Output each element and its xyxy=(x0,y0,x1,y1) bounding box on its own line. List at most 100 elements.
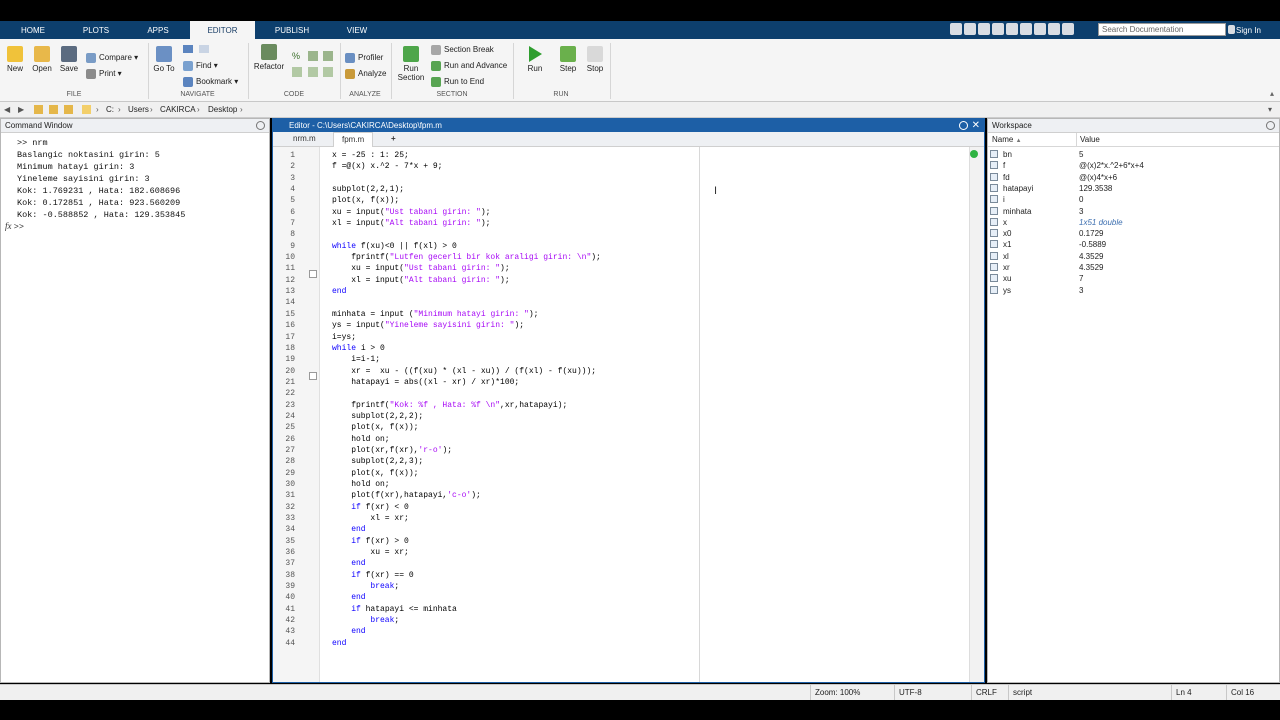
run-button[interactable]: Run xyxy=(524,46,546,73)
workspace-variable-row[interactable]: x1 -0.5889 xyxy=(988,239,1279,250)
code-line[interactable]: break; xyxy=(332,581,601,592)
code-line[interactable]: plot(x, f(x)); xyxy=(332,195,601,206)
panel-options-icon[interactable] xyxy=(1266,121,1275,130)
code-line[interactable] xyxy=(332,229,601,240)
new-button[interactable]: New xyxy=(5,46,25,73)
workspace-variable-row[interactable]: i0 xyxy=(988,194,1279,205)
cut-icon[interactable] xyxy=(964,23,976,35)
workspace-variable-row[interactable]: x 1x51 double xyxy=(988,217,1279,228)
code-analyzer-ok-icon[interactable] xyxy=(970,150,978,158)
breadcrumb-drive[interactable]: C: xyxy=(106,102,114,117)
code-line[interactable]: xu = input("Ust tabani girin: "); xyxy=(332,263,601,274)
workspace-variable-row[interactable]: xr 4.3529 xyxy=(988,262,1279,273)
workspace-variable-row[interactable]: hatapayi 129.3538 xyxy=(988,183,1279,194)
undo-icon[interactable] xyxy=(1006,23,1018,35)
bookmark-button[interactable]: Bookmark ▾ xyxy=(183,76,238,88)
compare-button[interactable]: Compare ▾ xyxy=(86,52,138,64)
code-line[interactable]: plot(f(xr),hatapayi,'c-o'); xyxy=(332,490,601,501)
code-editor[interactable]: x = -25 : 1: 25; f =@(x) x.^2 - 7*x + 9; … xyxy=(332,150,601,649)
code-line[interactable]: ys = input("Yineleme sayisini girin: "); xyxy=(332,320,601,331)
code-line[interactable]: if f(xr) < 0 xyxy=(332,502,601,513)
copy-icon[interactable] xyxy=(978,23,990,35)
decrease-indent-icon[interactable] xyxy=(308,67,318,77)
tab-editor[interactable]: EDITOR xyxy=(190,21,255,39)
folder-icon[interactable] xyxy=(34,105,43,114)
code-line[interactable]: while i > 0 xyxy=(332,343,601,354)
code-line[interactable]: xr = xu - ((f(xu) * (xl - xu)) / (f(xl) … xyxy=(332,366,601,377)
command-prompt[interactable]: >> xyxy=(14,222,24,232)
open-button[interactable]: Open xyxy=(30,46,54,73)
fold-icon[interactable] xyxy=(309,270,317,278)
add-tab-button[interactable]: + xyxy=(383,132,404,146)
column-name[interactable]: Name ▲ xyxy=(992,133,1022,148)
browse-folder-icon[interactable] xyxy=(64,105,73,114)
code-line[interactable]: end xyxy=(332,638,601,649)
community-icon[interactable] xyxy=(1062,23,1074,35)
run-and-advance-button[interactable]: Run and Advance xyxy=(431,60,507,72)
workspace-variable-row[interactable]: xl 4.3529 xyxy=(988,251,1279,262)
back-arrow-icon[interactable]: ◀ xyxy=(4,102,10,117)
notification-icon[interactable] xyxy=(1228,25,1235,34)
analyze-button[interactable]: Analyze xyxy=(345,68,386,80)
comment-icon[interactable] xyxy=(308,51,318,61)
code-line[interactable]: end xyxy=(332,524,601,535)
command-window[interactable]: Command Window >> nrm Baslangic noktasini… xyxy=(0,118,270,683)
tab-publish[interactable]: PUBLISH xyxy=(268,21,316,39)
workspace-variable-row[interactable]: bn 5 xyxy=(988,149,1279,160)
back-arrow-icon[interactable] xyxy=(183,45,193,53)
code-line[interactable]: xu = xr; xyxy=(332,547,601,558)
up-folder-icon[interactable] xyxy=(49,105,58,114)
tab-fpm[interactable]: fpm.m xyxy=(333,132,374,147)
code-line[interactable]: f =@(x) x.^2 - 7*x + 9; xyxy=(332,161,601,172)
forward-arrow-icon[interactable] xyxy=(199,45,209,53)
workspace-variable-row[interactable]: fd @(x)4*x+6 xyxy=(988,172,1279,183)
breadcrumb-user[interactable]: CAKIRCA xyxy=(160,102,196,117)
code-line[interactable]: subplot(2,2,3); xyxy=(332,456,601,467)
close-icon[interactable]: ✕ xyxy=(972,119,980,132)
code-line[interactable]: subplot(2,2,1); xyxy=(332,184,601,195)
function-browser-icon[interactable]: fx >> xyxy=(5,221,24,232)
code-line[interactable]: break; xyxy=(332,615,601,626)
forward-arrow-icon[interactable]: ▶ xyxy=(18,102,24,117)
tab-home[interactable]: HOME xyxy=(12,21,54,39)
stop-button[interactable]: Stop xyxy=(584,46,606,73)
code-line[interactable]: fprintf("Kok: %f , Hata: %f \n",xr,hatap… xyxy=(332,400,601,411)
code-line[interactable]: plot(x, f(x)); xyxy=(332,422,601,433)
code-line[interactable]: xl = input("Alt tabani girin: "); xyxy=(332,218,601,229)
code-line[interactable]: end xyxy=(332,592,601,603)
save-button[interactable]: Save xyxy=(58,46,80,73)
code-line[interactable]: hold on; xyxy=(332,479,601,490)
tab-view[interactable]: VIEW xyxy=(336,21,378,39)
code-line[interactable]: if hatapayi <= minhata xyxy=(332,604,601,615)
smart-indent-icon[interactable] xyxy=(292,67,302,77)
breadcrumb-desktop[interactable]: Desktop xyxy=(208,102,237,117)
print-button[interactable]: Print ▾ xyxy=(86,68,122,80)
code-line[interactable]: end xyxy=(332,558,601,569)
code-line[interactable]: while f(xu)<0 || f(xl) > 0 xyxy=(332,241,601,252)
workspace-variable-row[interactable]: f @(x)2*x.^2+6*x+4 xyxy=(988,160,1279,171)
run-to-end-button[interactable]: Run to End xyxy=(431,76,484,88)
code-line[interactable] xyxy=(332,173,601,184)
search-documentation-input[interactable]: Search Documentation xyxy=(1098,23,1226,36)
collapse-ribbon-icon[interactable]: ▴ xyxy=(1270,89,1274,98)
comment-percent-button[interactable]: % xyxy=(292,51,300,61)
code-line[interactable]: end xyxy=(332,626,601,637)
find-button[interactable]: Find ▾ xyxy=(183,60,218,72)
code-line[interactable]: fprintf("Lutfen gecerli bir kok araligi … xyxy=(332,252,601,263)
tab-plots[interactable]: PLOTS xyxy=(74,21,118,39)
sign-in-link[interactable]: Sign In xyxy=(1236,21,1261,39)
workspace-variable-row[interactable]: xu 7 xyxy=(988,273,1279,284)
switch-windows-icon[interactable] xyxy=(1034,23,1046,35)
breadcrumb-users[interactable]: Users xyxy=(128,102,149,117)
run-section-button[interactable]: Run Section xyxy=(395,46,427,82)
uncomment-icon[interactable] xyxy=(323,51,333,61)
refactor-button[interactable]: Refactor xyxy=(252,44,286,71)
code-line[interactable]: hold on; xyxy=(332,434,601,445)
goto-button[interactable]: Go To xyxy=(153,46,175,73)
step-button[interactable]: Step xyxy=(556,46,580,73)
panel-options-icon[interactable] xyxy=(959,121,968,130)
code-line[interactable] xyxy=(332,297,601,308)
tab-nrm[interactable]: nrm.m xyxy=(285,132,324,146)
workspace-variable-row[interactable]: minhata 3 xyxy=(988,206,1279,217)
column-value[interactable]: Value xyxy=(1076,133,1100,146)
